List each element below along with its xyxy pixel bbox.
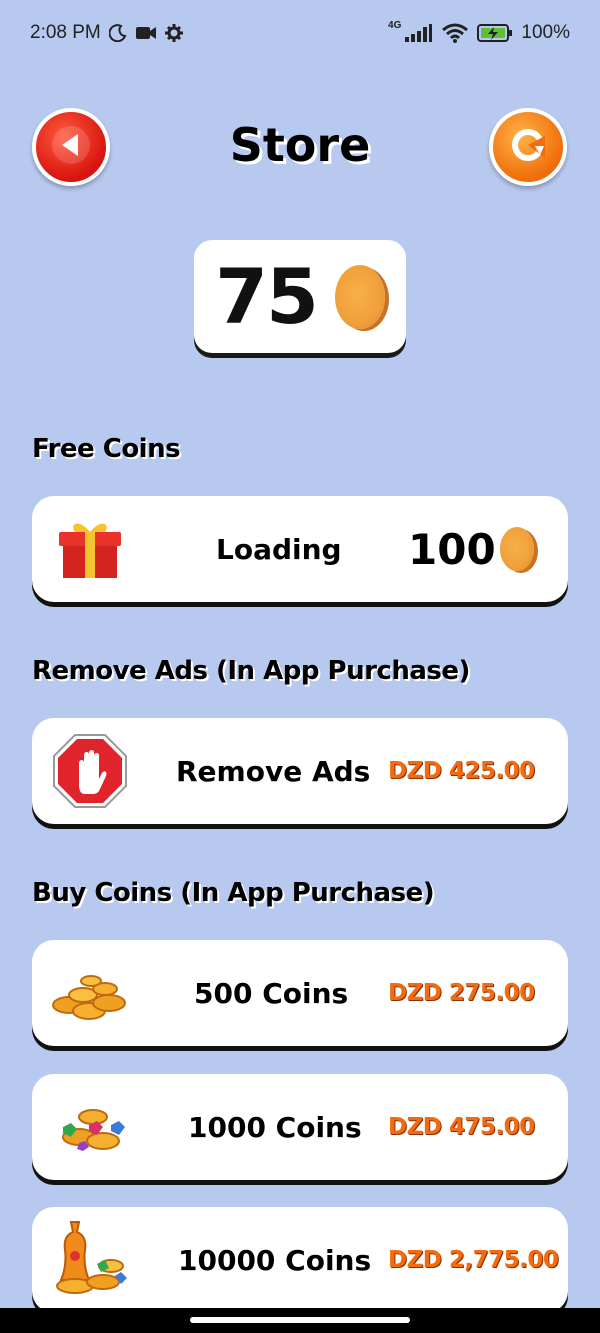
coin-pile-icon <box>48 953 132 1033</box>
system-navigation-bar <box>0 1308 600 1333</box>
coin-pack-500-card[interactable]: 500 Coins DZD 275.00 <box>32 940 568 1046</box>
wifi-icon <box>441 23 469 43</box>
settings-gear-icon <box>164 24 183 42</box>
coin-pack-500-label: 500 Coins <box>194 976 349 1010</box>
remove-ads-label: Remove Ads <box>176 754 371 788</box>
remove-ads-heading: Remove Ads (In App Purchase) <box>32 656 470 686</box>
coin-icon <box>500 527 534 571</box>
refresh-icon <box>507 124 549 170</box>
remove-ads-price: DZD 425.00 <box>388 758 535 784</box>
free-coins-label: Loading <box>216 532 342 566</box>
status-time: 2:08 PM <box>30 22 101 43</box>
coin-pack-10000-card[interactable]: 10000 Coins DZD 2,775.00 <box>32 1207 568 1313</box>
free-coins-card[interactable]: Loading 100 <box>32 496 568 602</box>
video-camera-icon <box>135 25 157 41</box>
stop-hand-icon <box>48 731 132 811</box>
remove-ads-card[interactable]: Remove Ads DZD 425.00 <box>32 718 568 824</box>
home-gesture-handle[interactable] <box>190 1317 410 1323</box>
status-right: 4G 100% <box>388 19 570 44</box>
free-coins-reward: 100 <box>408 524 496 574</box>
balance-value: 75 <box>215 252 319 341</box>
network-type: 4G <box>388 19 402 31</box>
battery-level: 100% <box>521 22 570 43</box>
treasure-icon <box>48 1220 132 1300</box>
coin-pack-10000-label: 10000 Coins <box>178 1243 372 1277</box>
coin-pack-1000-card[interactable]: 1000 Coins DZD 475.00 <box>32 1074 568 1180</box>
refresh-button[interactable] <box>489 108 567 186</box>
coin-pack-10000-price: DZD 2,775.00 <box>388 1247 559 1273</box>
gift-icon <box>48 509 132 589</box>
status-left: 2:08 PM <box>30 22 183 44</box>
coin-pack-500-price: DZD 275.00 <box>388 980 535 1006</box>
coin-pack-1000-label: 1000 Coins <box>188 1110 362 1144</box>
coin-balance: 75 <box>194 240 406 353</box>
status-bar: 2:08 PM 4G 100% <box>0 0 600 66</box>
buy-coins-heading: Buy Coins (In App Purchase) <box>32 878 435 908</box>
coin-pack-1000-price: DZD 475.00 <box>388 1114 535 1140</box>
coin-icon <box>334 264 385 329</box>
moon-icon <box>108 24 127 42</box>
coins-gems-icon <box>48 1087 132 1167</box>
battery-charging-icon <box>477 23 513 43</box>
free-coins-heading: Free Coins <box>32 434 181 464</box>
signal-icon <box>403 23 433 43</box>
